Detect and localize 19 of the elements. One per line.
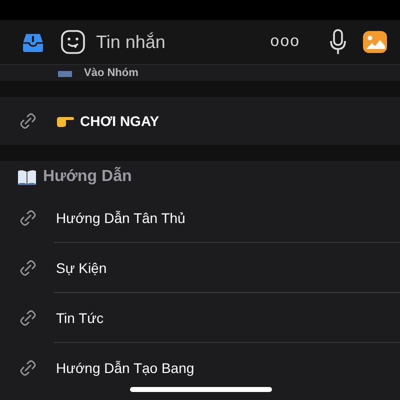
smiley-icon[interactable] — [60, 29, 86, 55]
link-label[interactable]: Hướng Dẫn Tạo Bang — [56, 360, 194, 376]
row-label[interactable]: Vào Nhóm — [84, 67, 138, 79]
link-icon — [20, 113, 36, 129]
link-icon — [20, 210, 36, 226]
link-label[interactable]: Sự Kiện — [56, 260, 107, 276]
more-button[interactable]: ooo — [270, 33, 300, 51]
microphone-icon[interactable] — [328, 28, 348, 56]
link-icon — [20, 260, 36, 276]
link-label[interactable]: Tin Tức — [56, 310, 104, 326]
link-icon — [20, 360, 36, 376]
image-icon[interactable] — [362, 29, 388, 55]
header-title: Tin nhắn — [96, 32, 166, 52]
link-icon — [20, 310, 36, 326]
pointing-hand-icon — [56, 115, 74, 127]
section-title: Hướng Dẫn — [43, 168, 132, 186]
book-icon — [17, 169, 37, 185]
link-label[interactable]: CHƠI NGAY — [80, 113, 160, 129]
link-label[interactable]: Hướng Dẫn Tân Thủ — [56, 210, 186, 226]
